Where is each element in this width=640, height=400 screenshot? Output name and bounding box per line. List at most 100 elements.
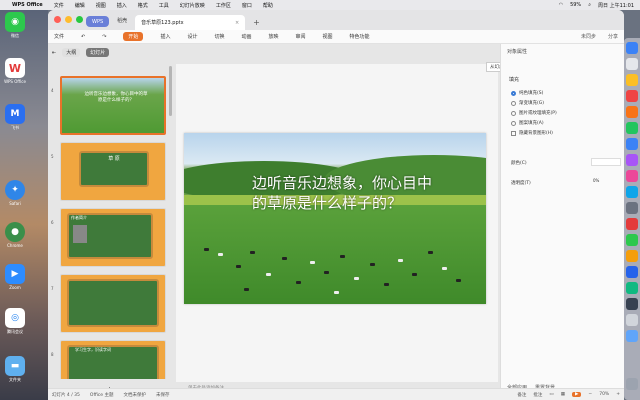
menu-app[interactable]: WPS Office bbox=[12, 2, 43, 8]
trash-icon[interactable] bbox=[626, 378, 638, 390]
tab-document-label: 音乐草原123.pptx bbox=[141, 20, 184, 26]
fill-option-pattern[interactable]: 图案填充(A) bbox=[511, 120, 544, 126]
transparency-slider[interactable]: 0% bbox=[591, 178, 621, 186]
menu-edit[interactable]: 编辑 bbox=[75, 2, 85, 9]
slide-thumb-8[interactable]: 学习生字，识读字词 bbox=[60, 340, 166, 379]
slide-thumb-5[interactable]: 草 原 bbox=[60, 142, 166, 201]
sync-status[interactable]: 未同步 bbox=[581, 33, 596, 40]
wps-dock-icon[interactable] bbox=[626, 218, 638, 230]
ribbon-tab-home[interactable]: 开始 bbox=[123, 32, 144, 41]
desktop-icon-zoom[interactable]: ▶ Zoom bbox=[4, 264, 26, 290]
play-slideshow-button[interactable]: ▶ bbox=[571, 392, 582, 397]
menu-workspace[interactable]: 工作区 bbox=[216, 2, 231, 9]
tab-home[interactable]: WPS bbox=[86, 16, 110, 27]
ribbon-tab-transition[interactable]: 切换 bbox=[214, 33, 224, 40]
zoom-in-icon[interactable]: + bbox=[616, 392, 620, 397]
mail-icon[interactable] bbox=[626, 138, 638, 150]
comment-toggle[interactable]: 批注 bbox=[533, 392, 542, 398]
zoom-out-icon[interactable]: − bbox=[588, 392, 592, 397]
ribbon-icon-a[interactable]: ↶ bbox=[81, 34, 85, 40]
view-outline-tab[interactable]: 大纲 bbox=[62, 48, 81, 57]
ribbon-tab-insert[interactable]: 插入 bbox=[160, 33, 170, 40]
wifi-icon[interactable]: ◠ bbox=[559, 2, 563, 8]
menu-view[interactable]: 视图 bbox=[96, 2, 106, 9]
normal-view-icon[interactable]: ▭ bbox=[549, 392, 553, 397]
downloads-icon[interactable] bbox=[626, 330, 638, 342]
notes-icon[interactable] bbox=[626, 74, 638, 86]
desktop-icon-wechat[interactable]: ◉ 微信 bbox=[4, 12, 26, 39]
menu-insert[interactable]: 插入 bbox=[117, 2, 127, 9]
zoom-level[interactable]: 70% bbox=[599, 392, 609, 397]
desktop-icon-safari[interactable]: ✦ Safari bbox=[4, 180, 26, 206]
menu-tools[interactable]: 工具 bbox=[159, 2, 169, 9]
desktop-icon-wps[interactable]: W WPS Office bbox=[4, 58, 26, 84]
search-icon[interactable]: ⌕ bbox=[588, 2, 591, 8]
terminal-icon[interactable] bbox=[626, 298, 638, 310]
wechat-dock-icon[interactable] bbox=[626, 234, 638, 246]
app-dock-icon[interactable] bbox=[626, 282, 638, 294]
finder-icon[interactable] bbox=[626, 42, 638, 54]
zoom-dock-icon[interactable] bbox=[626, 266, 638, 278]
settings-icon[interactable] bbox=[626, 202, 638, 214]
fill-option-picture[interactable]: 图片或纹理填充(P) bbox=[511, 110, 557, 116]
slide-thumb-6[interactable]: 作者简介 bbox=[60, 208, 166, 267]
hide-background-checkbox[interactable]: 隐藏背景图形(H) bbox=[511, 130, 553, 136]
share-button[interactable]: 分享 bbox=[608, 33, 618, 40]
ribbon-tab-features[interactable]: 特色功能 bbox=[350, 33, 370, 40]
minimize-window-button[interactable] bbox=[65, 16, 72, 23]
menu-help[interactable]: 帮助 bbox=[263, 2, 273, 9]
save-status[interactable]: 未保存 bbox=[156, 392, 170, 398]
tab-template[interactable]: 稻壳 bbox=[111, 13, 133, 28]
sorter-view-icon[interactable]: ▦ bbox=[561, 392, 565, 397]
desktop-icon-meeting[interactable]: ◎ 腾讯会议 bbox=[4, 308, 26, 335]
zoom-window-button[interactable] bbox=[76, 16, 83, 23]
new-tab-button[interactable]: + bbox=[247, 15, 266, 30]
thumbs-scrollbar[interactable] bbox=[169, 66, 172, 116]
slide-thumb-7[interactable] bbox=[60, 274, 166, 333]
menu-format[interactable]: 格式 bbox=[138, 2, 148, 9]
menu-file[interactable]: 文件 bbox=[54, 2, 64, 9]
battery-status[interactable]: 59% bbox=[570, 2, 581, 8]
ribbon-icon-b[interactable]: ↷ bbox=[102, 34, 106, 40]
ribbon-tab-animation[interactable]: 动画 bbox=[241, 33, 251, 40]
ribbon-tab-review[interactable]: 审阅 bbox=[296, 33, 306, 40]
theme-name[interactable]: Office 主题 bbox=[90, 392, 114, 398]
menu-window[interactable]: 窗口 bbox=[242, 2, 252, 9]
appstore-icon[interactable] bbox=[626, 186, 638, 198]
feishu-icon: M bbox=[5, 104, 25, 124]
fill-section-label[interactable]: 填充 bbox=[509, 76, 519, 83]
slide-thumb-4[interactable]: 边听音乐边想象，你心目中的草原是什么样子的？ bbox=[60, 76, 166, 135]
fill-option-gradient[interactable]: 渐变填充(G) bbox=[511, 100, 544, 106]
calendar-icon[interactable] bbox=[626, 90, 638, 102]
preview-icon[interactable] bbox=[626, 314, 638, 326]
panel-title: 对象属性 bbox=[507, 49, 528, 55]
chrome-dock-icon[interactable] bbox=[626, 250, 638, 262]
ribbon-tab-design[interactable]: 设计 bbox=[187, 33, 197, 40]
view-slides-tab[interactable]: 幻灯片 bbox=[86, 48, 110, 57]
ribbon-tab-slideshow[interactable]: 放映 bbox=[269, 33, 279, 40]
photos-icon[interactable] bbox=[626, 106, 638, 118]
status-bar: 幻灯片 4 / 35 Office 主题 文档未保护 未保存 备注 批注 ▭ ▦… bbox=[48, 388, 624, 400]
color-picker[interactable] bbox=[591, 158, 621, 166]
notes-toggle[interactable]: 备注 bbox=[517, 392, 526, 398]
sidebar-toggle-icon[interactable]: ⇤ bbox=[52, 50, 56, 56]
slide-4[interactable]: 边听音乐边想象，你心目中的草原是什么样子的？ bbox=[184, 133, 486, 304]
messages-icon[interactable] bbox=[626, 122, 638, 134]
fill-option-solid[interactable]: 纯色填充(S) bbox=[511, 90, 543, 96]
desktop-icon-chrome[interactable]: ● Chrome bbox=[4, 222, 26, 248]
close-tab-icon[interactable]: × bbox=[235, 20, 239, 26]
launchpad-icon[interactable] bbox=[626, 58, 638, 70]
tab-document[interactable]: 音乐草原123.pptx × bbox=[135, 15, 246, 30]
close-window-button[interactable] bbox=[54, 16, 61, 23]
music-icon[interactable] bbox=[626, 170, 638, 182]
slide-title[interactable]: 边听音乐边想象，你心目中的草原是什么样子的？ bbox=[252, 173, 442, 213]
desktop-icon-feishu[interactable]: M 飞书 bbox=[4, 104, 26, 131]
chrome-icon: ● bbox=[5, 222, 25, 242]
clock[interactable]: 周日 上午11:01 bbox=[598, 2, 634, 9]
podcasts-icon[interactable] bbox=[626, 154, 638, 166]
menu-slideshow[interactable]: 幻灯片放映 bbox=[180, 2, 205, 9]
protect-status[interactable]: 文档未保护 bbox=[123, 392, 146, 398]
ribbon-file-menu[interactable]: 文件 bbox=[54, 33, 64, 40]
ribbon-tab-view[interactable]: 视图 bbox=[323, 33, 333, 40]
desktop-icon-folder[interactable]: ▬ 文件夹 bbox=[4, 356, 26, 383]
